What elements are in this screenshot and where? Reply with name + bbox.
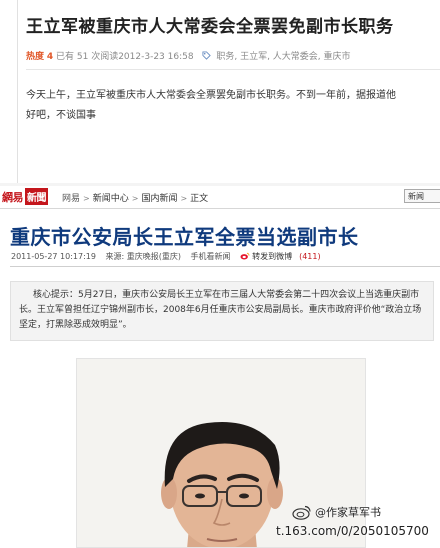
article-divider: [10, 266, 440, 267]
weibo-label: 转发到微博: [252, 252, 293, 261]
post-left-border: [17, 0, 18, 186]
post-title[interactable]: 王立军被重庆市人大常委会全票罢免副市长职务: [26, 12, 394, 37]
post-divider: [26, 69, 440, 70]
post-meta: 热度 4 已有 51 次阅读2012-3-23 16:58 职务, 王立军, 人…: [26, 49, 351, 62]
breadcrumb: 网易 > 新闻中心 > 国内新闻 > 正文: [62, 191, 208, 204]
share-to-weibo[interactable]: 转发到微博 (411): [240, 252, 328, 261]
post-tags[interactable]: 职务, 王立军, 人大常委会, 重庆市: [216, 52, 350, 62]
netease-news-logo[interactable]: 網易 新聞: [2, 188, 48, 205]
breadcrumb-separator-icon: >: [131, 194, 139, 203]
heat-label: 热度: [26, 52, 45, 62]
article-summary: 核心提示：5月27日，重庆市公安局长王立军在市三届人大常委会第二十四次会议上当选…: [10, 281, 434, 341]
tag-icon: [202, 51, 212, 60]
channel-select-value: 新闻: [408, 192, 424, 201]
watermark-url: t.163.com/0/2050105700: [276, 524, 429, 538]
news-navbar: 網易 新聞 网易 > 新闻中心 > 国内新闻 > 正文 新闻: [0, 186, 440, 209]
logo-text-news: 新聞: [25, 188, 48, 205]
watermark-author: @作家草军书: [315, 506, 381, 519]
post-body-line: 好吧，不谈国事: [26, 110, 96, 121]
breadcrumb-netease[interactable]: 网易: [62, 194, 80, 204]
breadcrumb-separator-icon: >: [83, 194, 90, 203]
article-source[interactable]: 来源: 重庆晚报(重庆): [106, 252, 181, 261]
breadcrumb-domestic-news[interactable]: 国内新闻: [141, 194, 177, 204]
post-body-line: 今天上午，王立军被重庆市人大常委会全票罢免副市长职务。不到一年前，据报道他: [26, 90, 396, 101]
article-meta: 2011-05-27 10:17:19 来源: 重庆晚报(重庆) 手机看新闻 转…: [11, 251, 335, 262]
weibo-icon: [240, 252, 250, 260]
weibo-watermark: @作家草军书: [292, 504, 381, 520]
article-title: 重庆市公安局长王立军全票当选副市长: [10, 225, 359, 249]
blog-post: 王立军被重庆市人大常委会全票罢免副市长职务 热度 4 已有 51 次阅读2012…: [0, 0, 440, 186]
weibo-count: (411): [299, 252, 321, 261]
logo-text-netease: 網易: [2, 190, 24, 204]
heat-value: 4: [46, 52, 54, 62]
breadcrumb-news-center[interactable]: 新闻中心: [93, 194, 129, 204]
breadcrumb-current: 正文: [190, 194, 209, 204]
weibo-watermark-icon: [292, 505, 311, 520]
breadcrumb-separator-icon: >: [180, 194, 188, 203]
mobile-news-link[interactable]: 手机看新闻: [191, 252, 231, 261]
summary-text: 核心提示：5月27日，重庆市公安局长王立军在市三届人大常委会第二十四次会议上当选…: [19, 290, 422, 330]
article-datetime: 2011-05-27 10:17:19: [11, 252, 96, 261]
post-body: 今天上午，王立军被重庆市人大常委会全票罢免副市长职务。不到一年前，据报道他 好吧…: [26, 86, 440, 126]
read-count-and-date: 已有 51 次阅读2012-3-23 16:58: [56, 52, 194, 62]
channel-select[interactable]: 新闻: [404, 189, 440, 203]
